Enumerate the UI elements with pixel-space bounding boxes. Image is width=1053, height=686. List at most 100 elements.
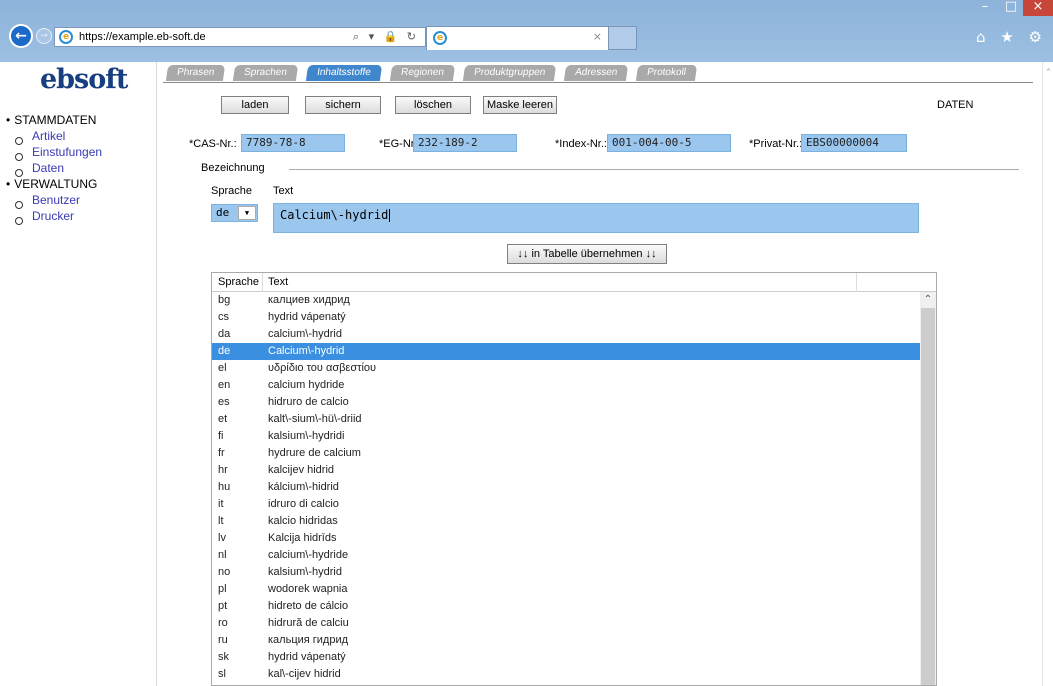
tab-protokoll[interactable]: Protokoll — [635, 65, 698, 81]
row-text: wodorek wapnia — [268, 583, 348, 595]
column-separator[interactable] — [262, 273, 263, 292]
table-row[interactable]: en calcium hydride — [212, 377, 920, 394]
ie-tab-icon: e — [433, 31, 447, 45]
tab-sprachen[interactable]: Sprachen — [233, 65, 299, 81]
delete-button[interactable]: löschen — [395, 96, 471, 114]
tab-produktgruppen[interactable]: Produktgruppen — [462, 65, 556, 81]
translations-table: Sprache Text bg калциев хидрид cs hydrid vá… — [211, 272, 937, 686]
row-text: calcium\-hydride — [268, 549, 349, 561]
new-tab-button[interactable] — [609, 26, 637, 50]
arrow-right-icon: → — [40, 31, 48, 41]
row-text: hidruro de calcio — [268, 396, 349, 408]
address-bar[interactable]: e https://example.eb-soft.de ⌕ ▾ 🔒 ↻ — [54, 27, 426, 47]
scroll-up-icon[interactable]: ⌃ — [1043, 68, 1053, 78]
tab-adressen[interactable]: Adressen — [563, 65, 629, 81]
table-row[interactable]: lt kalcio hidridas — [212, 513, 920, 530]
table-row[interactable]: ru кальция гидрид — [212, 632, 920, 649]
scroll-up-icon[interactable]: ⌃ — [920, 292, 936, 308]
load-button[interactable]: laden — [221, 96, 289, 114]
table-scrollbar[interactable]: ⌃ — [920, 292, 936, 685]
index-label: *Index-Nr.: — [555, 138, 607, 150]
address-tools[interactable]: ⌕ ▾ 🔒 ↻ — [353, 30, 419, 44]
clear-form-button[interactable]: Maske leeren — [483, 96, 557, 114]
forward-button[interactable]: → — [36, 28, 52, 44]
row-text: υδρίδιο του ασβεστίου — [268, 362, 377, 374]
row-text: kalt\-sium\-hü\-driid — [268, 413, 362, 425]
menu-section-verwaltung: VERWALTUNG — [6, 176, 102, 192]
toolbar-icons[interactable]: ⌂ ★ ⚙ — [976, 28, 1047, 46]
sidebar: ebsoft STAMMDATEN Artikel Einstufungen D… — [0, 62, 156, 686]
table-row[interactable]: nl calcium\-hydride — [212, 547, 920, 564]
apply-to-table-button[interactable]: ↓↓ in Tabelle übernehmen ↓↓ — [507, 244, 667, 264]
row-language: sk — [218, 651, 229, 663]
chevron-down-icon[interactable]: ▼ — [238, 206, 256, 220]
eg-field[interactable]: 232-189-2 — [413, 134, 517, 152]
index-field[interactable]: 001-004-00-5 — [607, 134, 731, 152]
row-language: ru — [218, 634, 228, 646]
row-language: ro — [218, 617, 228, 629]
table-row[interactable]: lv Kalcija hidrīds — [212, 530, 920, 547]
table-row[interactable]: de Calcium\-hydrid — [212, 343, 920, 360]
menu-item-einstufungen[interactable]: Einstufungen — [6, 144, 102, 161]
save-button[interactable]: sichern — [305, 96, 381, 114]
table-row[interactable]: el υδρίδιο του ασβεστίου — [212, 360, 920, 377]
text-label: Text — [273, 185, 294, 197]
menu-item-daten[interactable]: Daten — [6, 160, 102, 177]
privat-field[interactable]: EBS00000004 — [801, 134, 907, 152]
column-header-sprache[interactable]: Sprache — [218, 276, 259, 288]
bezeichnung-divider — [289, 169, 1019, 170]
table-row[interactable]: hu kálcium\-hidrid — [212, 479, 920, 496]
table-row[interactable]: et kalt\-sium\-hü\-driid — [212, 411, 920, 428]
table-row[interactable]: es hidruro de calcio — [212, 394, 920, 411]
table-row[interactable]: fr hydrure de calcium — [212, 445, 920, 462]
table-row[interactable]: da calcium\-hydrid — [212, 326, 920, 343]
row-language: lt — [218, 515, 224, 527]
cas-field[interactable]: 7789-78-8 — [241, 134, 345, 152]
table-row[interactable]: cs hydrid vápenatý — [212, 309, 920, 326]
page-scrollbar[interactable]: ⌃ — [1042, 62, 1053, 686]
row-language: no — [218, 566, 231, 578]
table-row[interactable]: fi kalsium\-hydridi — [212, 428, 920, 445]
scroll-thumb[interactable] — [921, 308, 935, 685]
row-language: fr — [218, 447, 225, 459]
table-body: bg калциев хидрид cs hydrid vápenatý da calci… — [212, 292, 920, 685]
menu-item-benutzer[interactable]: Benutzer — [6, 192, 102, 209]
table-row[interactable]: it idruro di calcio — [212, 496, 920, 513]
menu-item-artikel[interactable]: Artikel — [6, 128, 102, 145]
tab-inhaltsstoffe[interactable]: Inhaltsstoffe — [305, 65, 382, 81]
row-language: da — [218, 328, 231, 340]
row-text: kálcium\-hidrid — [268, 481, 339, 493]
back-button[interactable]: ← — [9, 24, 33, 48]
table-header: Sprache Text — [212, 273, 936, 292]
row-language: sl — [218, 668, 226, 680]
table-row[interactable]: bg калциев хидрид — [212, 292, 920, 309]
table-row[interactable]: no kalsium\-hydrid — [212, 564, 920, 581]
logo[interactable]: ebsoft — [40, 64, 128, 95]
table-row[interactable]: hr kalcijev hidrid — [212, 462, 920, 479]
table-row[interactable]: pl wodorek wapnia — [212, 581, 920, 598]
table-row[interactable]: pt hidreto de cálcio — [212, 598, 920, 615]
text-input[interactable]: Calcium\-hydrid — [273, 203, 919, 233]
table-row[interactable]: ro hidrură de calciu — [212, 615, 920, 632]
tab-phrasen[interactable]: Phrasen — [165, 65, 226, 81]
row-text: Kalcija hidrīds — [268, 532, 337, 544]
browser-tab[interactable]: e × — [426, 26, 609, 50]
table-row[interactable]: sk hydrid vápenatý — [212, 649, 920, 666]
address-url[interactable]: https://example.eb-soft.de — [79, 31, 206, 43]
language-select[interactable]: de ▼ — [211, 204, 258, 222]
row-text: kalcio hidridas — [268, 515, 338, 527]
row-text: kalcijev hidrid — [268, 464, 335, 476]
column-header-text[interactable]: Text — [268, 276, 288, 288]
tab-regionen[interactable]: Regionen — [389, 65, 455, 81]
row-language: es — [218, 396, 230, 408]
tab-close-icon[interactable]: × — [593, 30, 602, 43]
table-row[interactable]: sl kal\-cijev hidrid — [212, 666, 920, 683]
main-panel: Phrasen Sprachen Inhaltsstoffe Regionen … — [156, 62, 1042, 686]
column-separator[interactable] — [856, 273, 857, 292]
row-text: hidreto de cálcio — [268, 600, 349, 612]
minimize-button[interactable]: – — [973, 0, 997, 16]
menu-item-drucker[interactable]: Drucker — [6, 208, 102, 225]
maximize-button[interactable]: □ — [999, 0, 1023, 16]
close-window-button[interactable]: × — [1023, 0, 1053, 16]
row-text: Calcium\-hydrid — [268, 345, 345, 357]
